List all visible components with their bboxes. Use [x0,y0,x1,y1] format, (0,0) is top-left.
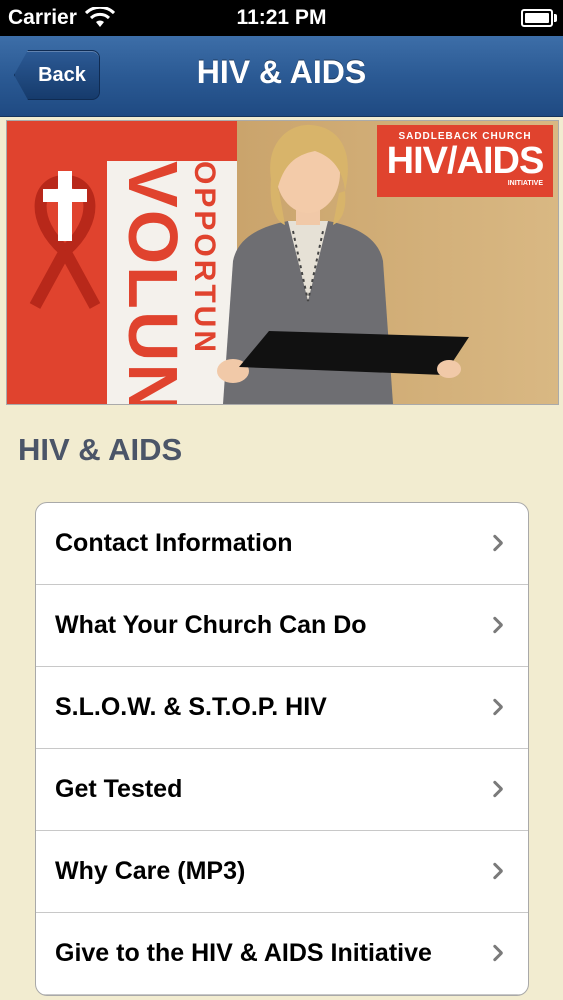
menu-item-label: Why Care (MP3) [55,857,246,885]
menu-item-label: What Your Church Can Do [55,611,367,639]
menu-item-label: S.L.O.W. & S.T.O.P. HIV [55,693,327,721]
chevron-right-icon [490,615,504,635]
menu-item-give-to-initiative[interactable]: Give to the HIV & AIDS Initiative [36,913,528,995]
page-title: HIV & AIDS [196,54,367,90]
chevron-right-icon [490,943,504,963]
chevron-right-icon [490,533,504,553]
menu-list: Contact Information What Your Church Can… [35,502,529,996]
chevron-right-icon [490,779,504,799]
banner-text-large: VOLUN [114,161,192,405]
menu-item-contact-information[interactable]: Contact Information [36,503,528,585]
menu-item-why-care-mp3[interactable]: Why Care (MP3) [36,831,528,913]
chevron-right-icon [490,697,504,717]
status-time: 11:21 PM [236,6,327,29]
menu-item-label: Contact Information [55,529,293,557]
battery-icon [521,9,557,27]
chevron-right-icon [490,861,504,881]
menu-item-get-tested[interactable]: Get Tested [36,749,528,831]
menu-item-what-your-church-can-do[interactable]: What Your Church Can Do [36,585,528,667]
hero-image: VOLUN OPPORTUN SADDLEBACK CHURCH HIV/AID… [6,120,559,405]
status-bar: Carrier 11:21 PM [0,0,563,36]
menu-item-slow-stop-hiv[interactable]: S.L.O.W. & S.T.O.P. HIV [36,667,528,749]
navigation-bar: Back HIV & AIDS [0,36,563,117]
section-title: HIV & AIDS [18,432,183,467]
ribbon-cross-icon [29,171,101,309]
menu-item-label: Give to the HIV & AIDS Initiative [55,939,432,967]
music-stand [239,331,469,378]
menu-item-label: Get Tested [55,775,183,803]
